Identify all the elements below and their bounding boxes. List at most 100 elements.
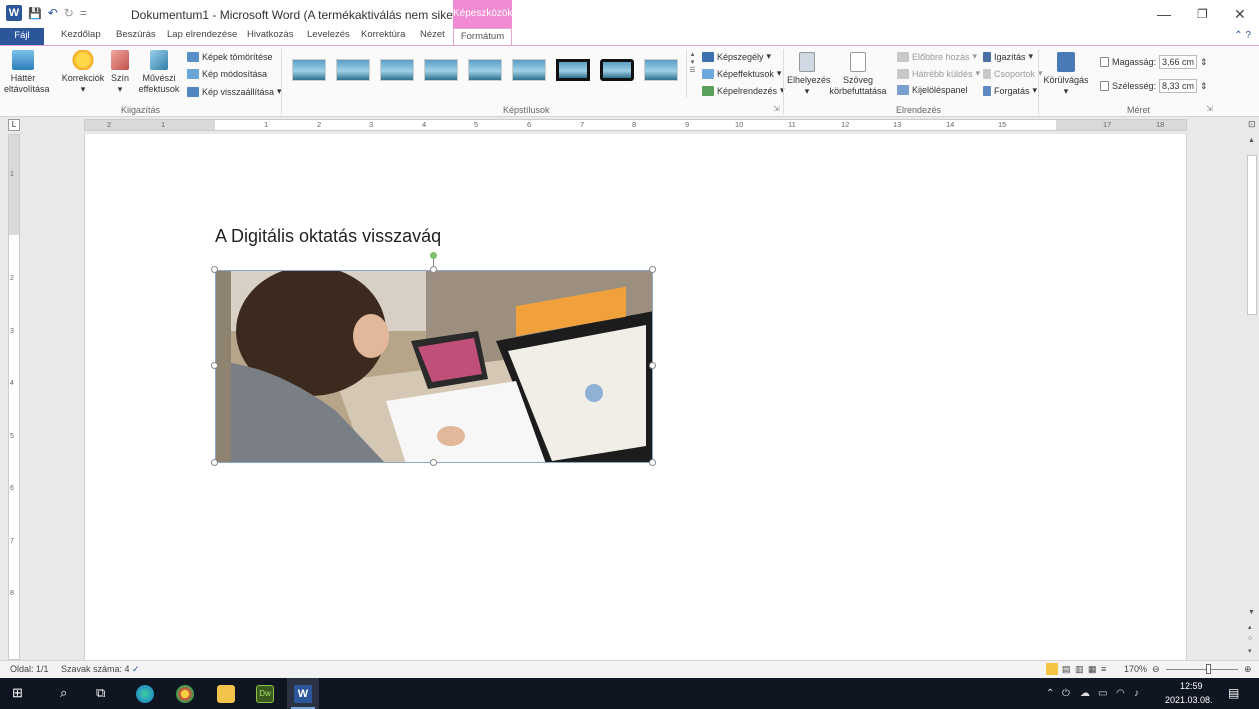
height-input[interactable]: 3,66 cm — [1159, 55, 1198, 69]
resize-handle-n[interactable] — [430, 266, 437, 273]
align-button[interactable]: Igazítás ▾ — [983, 51, 1033, 62]
gallery-scroll[interactable]: ▴ ▾ ☰ — [686, 50, 698, 98]
close-button[interactable]: ✕ — [1234, 6, 1246, 23]
picture-border-button[interactable]: Képszegély ▾ — [702, 51, 771, 62]
selection-pane-button[interactable]: Kijelöléspanel — [897, 85, 968, 95]
show-hidden-icons-icon[interactable]: ⌃ — [1046, 688, 1054, 699]
web-layout-view-icon[interactable]: ▥ — [1075, 664, 1084, 675]
horizontal-ruler[interactable]: 2 1 1 2 3 4 5 6 7 8 9 10 11 12 13 14 15 … — [84, 119, 1187, 131]
task-view-icon[interactable]: ⧉ — [96, 685, 105, 701]
corrections-button[interactable]: Korrekciók ▾ — [60, 50, 106, 95]
word-app-icon[interactable]: W — [6, 5, 22, 21]
draft-view-icon[interactable]: ≡ — [1101, 664, 1106, 674]
battery-icon[interactable]: ▭ — [1098, 688, 1107, 699]
document-heading[interactable]: A Digitális oktatás visszaváq — [215, 226, 441, 247]
resize-handle-ne[interactable] — [649, 266, 656, 273]
zoom-out-icon[interactable]: ⊖ — [1152, 664, 1160, 675]
change-picture-button[interactable]: Kép módosítása — [187, 69, 267, 79]
redo-button[interactable]: ↻ — [64, 6, 74, 20]
picture-effects-button[interactable]: Képeffektusok ▾ — [702, 68, 781, 79]
tab-mailings[interactable]: Levelezés — [307, 29, 350, 40]
tab-home[interactable]: Kezdőlap — [61, 29, 101, 40]
edge-icon[interactable] — [136, 685, 154, 703]
position-button[interactable]: Elhelyezés ▾ — [787, 52, 831, 97]
page-count[interactable]: Oldal: 1/1 — [10, 664, 49, 674]
picture-layout-button[interactable]: Képelrendezés ▾ — [702, 85, 785, 96]
resize-handle-nw[interactable] — [211, 266, 218, 273]
picture-style-8[interactable] — [600, 59, 634, 81]
proofing-icon[interactable]: ✓ — [132, 664, 140, 675]
minimize-button[interactable]: — — [1157, 6, 1171, 22]
outline-view-icon[interactable]: ▦ — [1088, 664, 1097, 675]
previous-page-icon[interactable]: ▴ — [1248, 623, 1252, 631]
artistic-effects-button[interactable]: Művészi effektusok — [136, 50, 182, 95]
picture-style-9[interactable] — [644, 59, 678, 81]
rotation-handle[interactable] — [430, 252, 437, 259]
group-button[interactable]: Csoportok ▾ — [983, 68, 1043, 79]
picture-style-5[interactable] — [468, 59, 502, 81]
save-button[interactable]: 💾 — [28, 7, 42, 20]
print-layout-view-icon[interactable] — [1046, 663, 1058, 675]
vertical-scrollbar[interactable]: ⊡ ▲ ▼ ▴ ○ ▾ — [1245, 117, 1259, 660]
tab-format[interactable]: Formátum — [453, 28, 512, 46]
compress-pictures-button[interactable]: Képek tömörítése — [187, 52, 273, 62]
tab-selector[interactable]: L — [8, 119, 20, 131]
gallery-down-icon[interactable]: ▾ — [687, 58, 698, 66]
scroll-up-icon[interactable]: ▲ — [1248, 137, 1255, 144]
scroll-thumb[interactable] — [1247, 155, 1257, 315]
device-icon[interactable]: ⏻ — [1062, 688, 1070, 699]
picture-style-4[interactable] — [424, 59, 458, 81]
notification-icon[interactable]: ▤ — [1228, 686, 1239, 700]
inserted-photo[interactable] — [215, 270, 653, 463]
tab-insert[interactable]: Beszúrás — [116, 29, 156, 40]
clock-date[interactable]: 2021.03.08. — [1165, 695, 1213, 705]
width-spinner-icon[interactable]: ⇕ — [1200, 81, 1208, 92]
tab-page-layout[interactable]: Lap elrendezése — [167, 29, 237, 40]
customize-qat-button[interactable]: = — [80, 6, 87, 20]
start-icon[interactable]: ⊞ — [12, 685, 23, 701]
document-page[interactable]: A Digitális oktatás visszaváq — [84, 134, 1187, 660]
tab-file[interactable]: Fájl — [0, 28, 44, 45]
resize-handle-e[interactable] — [649, 362, 656, 369]
rotate-button[interactable]: Forgatás ▾ — [983, 85, 1037, 96]
bring-forward-button[interactable]: Előbbre hozás ▾ — [897, 51, 977, 62]
size-launcher-icon[interactable]: ⇲ — [1206, 104, 1213, 113]
next-page-icon[interactable]: ▾ — [1248, 647, 1252, 655]
search-icon[interactable]: ⌕ — [60, 685, 67, 701]
ruler-toggle-icon[interactable]: ⊡ — [1248, 119, 1256, 130]
word-taskbar-active[interactable]: W — [287, 678, 319, 709]
help-icon[interactable]: ⌃ ? — [1234, 30, 1251, 41]
chrome-icon[interactable] — [176, 685, 194, 703]
zoom-level[interactable]: 170% — [1124, 664, 1147, 674]
height-spinner-icon[interactable]: ⇕ — [1200, 57, 1208, 68]
width-input[interactable]: 8,33 cm — [1159, 79, 1198, 93]
crop-button[interactable]: Körülvágás ▾ — [1041, 52, 1091, 97]
scroll-down-icon[interactable]: ▼ — [1248, 609, 1255, 616]
restore-button[interactable]: ❐ — [1197, 7, 1208, 21]
word-count[interactable]: Szavak száma: 4 — [61, 664, 130, 674]
send-backward-button[interactable]: Hátrébb küldés ▾ — [897, 68, 980, 79]
browse-object-icon[interactable]: ○ — [1248, 635, 1252, 642]
volume-icon[interactable]: ♪ — [1134, 688, 1139, 699]
tab-review[interactable]: Korrektúra — [361, 29, 405, 40]
resize-handle-sw[interactable] — [211, 459, 218, 466]
picture-styles-launcher-icon[interactable]: ⇲ — [773, 104, 780, 113]
zoom-slider[interactable] — [1166, 669, 1238, 670]
picture-style-3[interactable] — [380, 59, 414, 81]
wifi-icon[interactable]: ◠ — [1116, 688, 1125, 699]
onedrive-icon[interactable]: ☁ — [1080, 688, 1090, 699]
color-button[interactable]: Szín ▾ — [108, 50, 132, 95]
reading-view-icon[interactable]: ▤ — [1062, 664, 1071, 675]
wrap-text-button[interactable]: Szöveg körbefuttatása — [829, 52, 887, 97]
resize-handle-w[interactable] — [211, 362, 218, 369]
resize-handle-s[interactable] — [430, 459, 437, 466]
zoom-in-icon[interactable]: ⊕ — [1244, 664, 1252, 675]
vertical-ruler[interactable]: 1 2 3 4 5 6 7 8 — [8, 134, 20, 660]
picture-style-1[interactable] — [292, 59, 326, 81]
gallery-more-icon[interactable]: ☰ — [687, 66, 698, 74]
picture-style-2[interactable] — [336, 59, 370, 81]
tab-view[interactable]: Nézet — [420, 29, 445, 40]
picture-style-6[interactable] — [512, 59, 546, 81]
picture-style-7[interactable] — [556, 59, 590, 81]
resize-handle-se[interactable] — [649, 459, 656, 466]
